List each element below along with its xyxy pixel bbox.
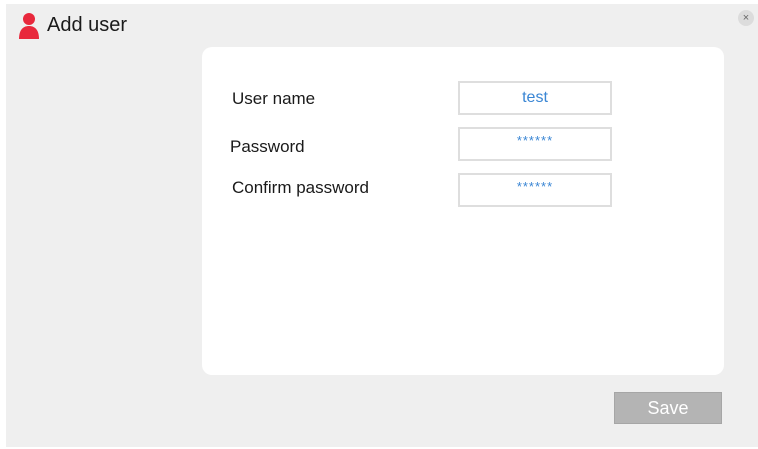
password-label: Password [230, 137, 305, 156]
username-field[interactable]: test [458, 81, 612, 115]
dialog-title: Add user [47, 14, 128, 36]
form-panel: User name test Password ****** Confirm p… [202, 47, 724, 375]
confirm-password-label: Confirm password [232, 178, 369, 197]
close-button[interactable]: × [738, 10, 754, 26]
close-icon: × [742, 12, 750, 24]
add-user-dialog: Add user × User name test Password *****… [6, 4, 758, 447]
password-field[interactable]: ****** [458, 127, 612, 161]
username-label: User name [232, 89, 316, 108]
dialog-title-bar: Add user × [6, 4, 758, 50]
user-icon [19, 13, 39, 39]
save-button[interactable]: Save [614, 392, 722, 424]
confirm-password-field[interactable]: ****** [458, 173, 612, 207]
